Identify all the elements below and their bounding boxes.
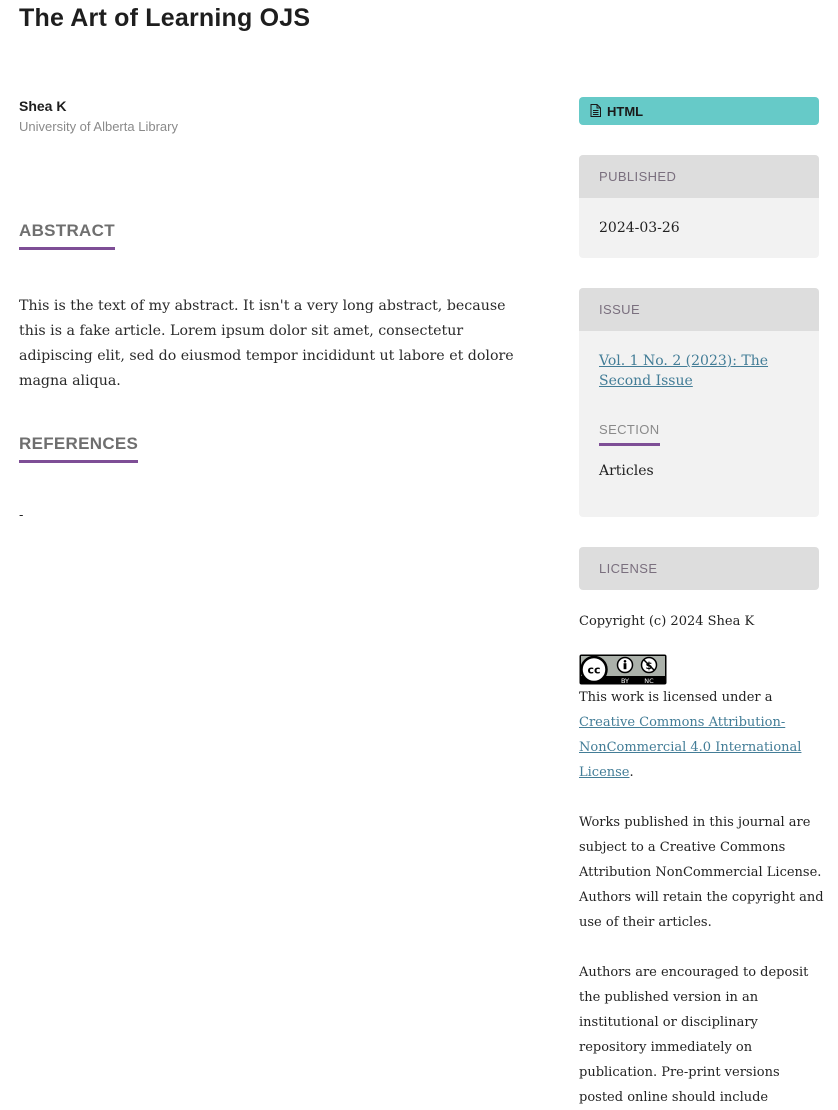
published-heading: PUBLISHED bbox=[579, 155, 819, 198]
cc-by-nc-icon: cc $ BY NC bbox=[579, 654, 667, 685]
article-title: The Art of Learning OJS bbox=[19, 4, 311, 32]
license-text-before: This work is licensed under a bbox=[579, 690, 773, 705]
cc-license-link[interactable]: Creative Commons Attribution-NonCommerci… bbox=[579, 715, 801, 780]
abstract-heading: ABSTRACT bbox=[19, 221, 115, 250]
html-galley-label: HTML bbox=[607, 103, 644, 119]
license-heading: LICENSE bbox=[579, 547, 819, 590]
license-panel: LICENSE bbox=[579, 547, 819, 590]
cc-by-label: BY bbox=[621, 677, 629, 685]
license-paragraph-1: Works published in this journal are subj… bbox=[579, 815, 824, 930]
references-heading: REFERENCES bbox=[19, 434, 139, 463]
license-paragraph-2: Authors are encouraged to deposit the pu… bbox=[579, 965, 809, 1105]
published-date: 2024-03-26 bbox=[599, 220, 680, 236]
license-text-after: . bbox=[629, 765, 634, 780]
author-name: Shea K bbox=[19, 98, 67, 114]
copyright-text: Copyright (c) 2024 Shea K bbox=[579, 614, 755, 629]
published-panel: PUBLISHED 2024-03-26 bbox=[579, 155, 819, 258]
issue-heading: ISSUE bbox=[579, 288, 819, 331]
file-icon bbox=[590, 102, 601, 121]
license-statement: This work is licensed under a Creative C… bbox=[579, 685, 824, 785]
issue-link[interactable]: Vol. 1 No. 2 (2023): The Second Issue bbox=[599, 351, 799, 391]
cc-license-badge-link[interactable]: cc $ BY NC bbox=[579, 654, 824, 685]
cc-nc-label: NC bbox=[644, 677, 654, 685]
html-galley-button[interactable]: HTML bbox=[579, 97, 819, 125]
license-body: Copyright (c) 2024 Shea K cc $ BY NC Thi… bbox=[579, 612, 824, 1110]
section-value: Articles bbox=[599, 463, 654, 479]
issue-panel: ISSUE Vol. 1 No. 2 (2023): The Second Is… bbox=[579, 288, 819, 517]
author-affiliation: University of Alberta Library bbox=[19, 119, 178, 134]
section-heading: SECTION bbox=[599, 422, 660, 446]
references-text: - bbox=[19, 508, 24, 523]
svg-text:cc: cc bbox=[587, 664, 600, 677]
abstract-text: This is the text of my abstract. It isn'… bbox=[19, 298, 514, 389]
